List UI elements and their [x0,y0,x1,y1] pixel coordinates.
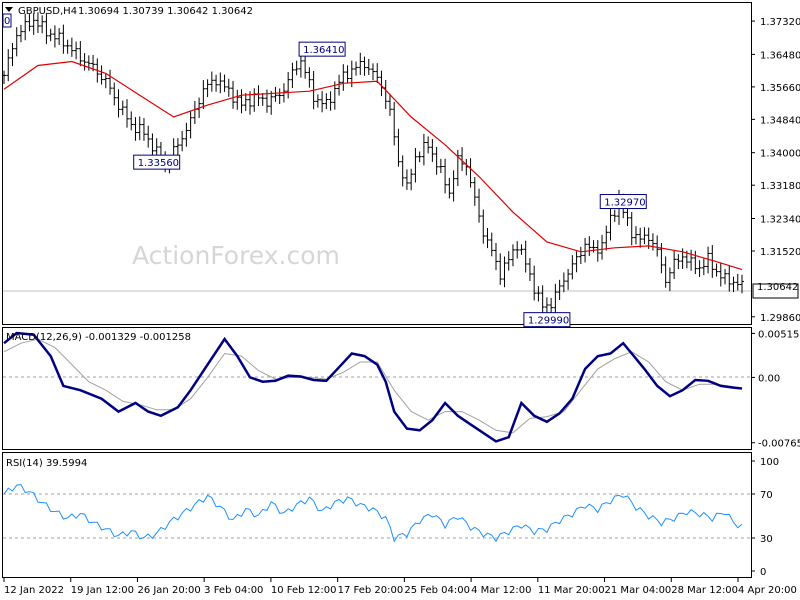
symbol-label: GBPUSD,H4 [18,6,77,17]
price-tick-label: 1.36480 [760,50,800,61]
price-tick-label: 1.29860 [760,313,800,324]
macd-title: MACD(12,26,9) -0.001329 -0.001258 [6,332,191,343]
macd-tick-label: 0.005152 [758,329,800,340]
rsi-tick-label: 70 [760,490,773,501]
x-tick-label: 3 Feb 04:00 [204,585,263,596]
price-annotation-label: 1.36410 [303,45,344,56]
price-tick-label: 1.34000 [760,149,800,160]
watermark: ActionForex.com [132,241,340,270]
ohlc-values: 1.30694 1.30739 1.30642 1.30642 [78,6,253,17]
macd-panel-frame [2,327,752,450]
price-tick-label: 1.32340 [760,214,800,225]
x-axis: 12 Jan 2022 19 Jan 12:00 26 Jan 20:00 3 Feb… [3,578,797,596]
price-tick-label: 1.35660 [760,83,800,94]
rsi-y-axis: 100 70 30 0 [751,457,779,578]
x-tick-label: 28 Mar 12:00 [671,585,738,596]
tf-marker-label: 0 [4,16,10,27]
price-tick-label: 1.34840 [760,115,800,126]
price-annotation-label: 1.33560 [138,158,179,169]
macd-y-axis: 0.005152 0.00 -0.00765 [751,329,800,450]
panel-frames [2,2,752,578]
x-tick-label: 19 Jan 12:00 [71,585,134,596]
rsi-tick-label: 100 [760,457,779,468]
price-panel-frame [2,2,752,325]
rsi-title: RSI(14) 39.5994 [6,458,87,469]
price-annotation-label: 1.32970 [604,198,645,209]
x-tick-label: 10 Feb 12:00 [271,585,337,596]
macd-tick-label: -0.00765 [758,439,800,450]
x-tick-label: 12 Jan 2022 [4,585,64,596]
x-tick-label: 4 Mar 12:00 [471,585,531,596]
x-tick-label: 21 Mar 04:00 [605,585,672,596]
price-y-axis: 1.37320 1.36480 1.35660 1.34840 1.34000 1.331… [751,17,800,324]
price-tick-label: 1.33180 [760,181,800,192]
x-tick-label: 17 Feb 20:00 [338,585,404,596]
price-annotation-label: 1.29990 [528,316,569,327]
current-price-label: 1.30642 [757,282,798,293]
x-tick-label: 25 Feb 04:00 [404,585,470,596]
price-tick-label: 1.37320 [760,17,800,28]
x-tick-label: 4 Apr 20:00 [738,585,797,596]
chart-canvas: ActionForex.com 1.373201.364801.356601.3… [2,2,800,596]
x-tick-label: 11 Mar 20:00 [538,585,605,596]
price-tick-label: 1.31520 [760,247,800,258]
rsi-panel-frame [2,452,752,578]
macd-tick-label: 0.00 [758,373,780,384]
rsi-tick-label: 0 [760,567,766,578]
rsi-tick-label: 30 [760,534,773,545]
x-tick-label: 26 Jan 20:00 [137,585,200,596]
